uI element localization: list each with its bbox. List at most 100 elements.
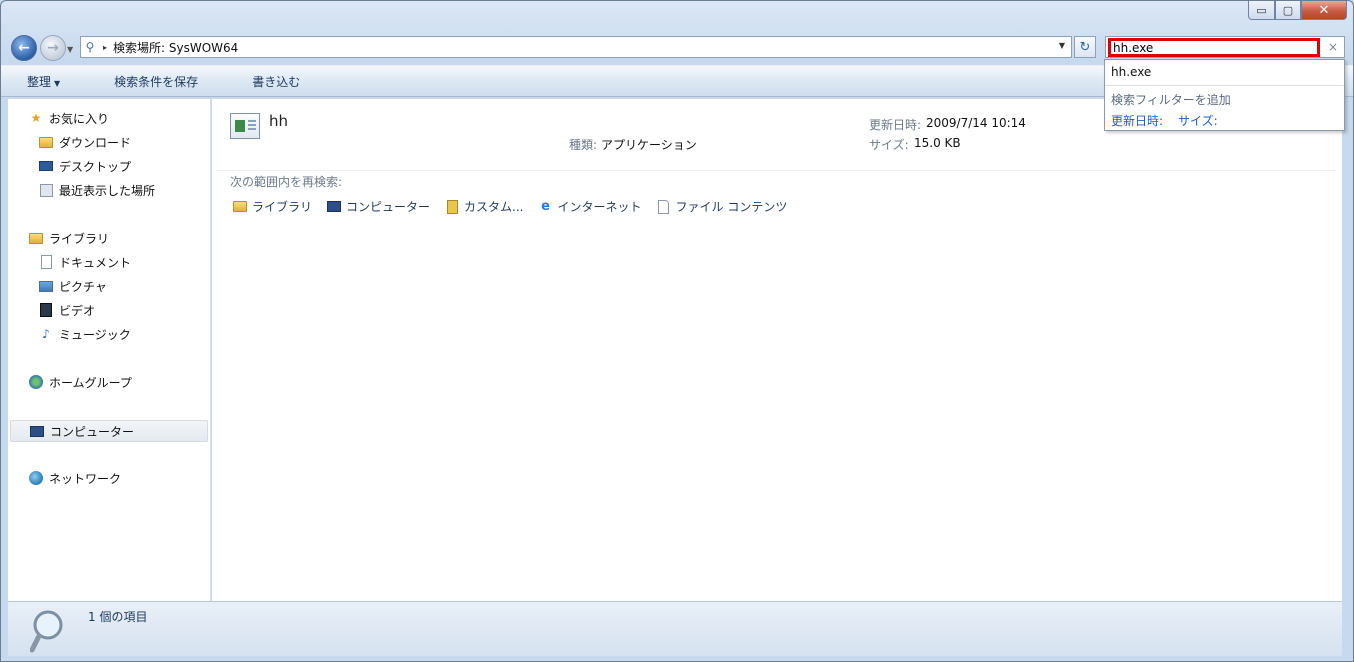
sidebar-item-desktop[interactable]: デスクトップ <box>38 157 131 175</box>
search-again-header: 次の範囲内を再検索: <box>230 175 343 189</box>
network-icon <box>28 470 44 486</box>
close-button[interactable]: ✕ <box>1301 1 1347 20</box>
search-again-custom[interactable]: カスタム... <box>444 198 523 215</box>
search-again-libraries[interactable]: ライブラリ <box>232 198 312 215</box>
file-contents-icon <box>656 199 672 215</box>
sidebar-item-label: ライブラリ <box>49 231 110 246</box>
forward-arrow-icon: → <box>47 40 59 56</box>
maximize-icon: ▢ <box>1282 3 1294 17</box>
sidebar-item-documents[interactable]: ドキュメント <box>38 253 131 271</box>
search-suggestions: hh.exe 検索フィルターを追加 更新日時: サイズ: <box>1104 59 1345 131</box>
address-dropdown-icon[interactable]: ▼ <box>1059 41 1065 50</box>
search-again-computer[interactable]: コンピューター <box>326 198 430 215</box>
documents-icon <box>38 254 54 270</box>
sidebar-item-videos[interactable]: ビデオ <box>38 301 95 319</box>
type-label: 種類: <box>569 138 598 152</box>
burn-button[interactable]: 書き込む <box>240 73 312 90</box>
computer-icon <box>29 423 45 439</box>
custom-folder-icon <box>444 199 460 215</box>
pictures-icon <box>38 278 54 294</box>
sidebar-item-label: お気に入り <box>49 111 110 126</box>
sidebar-item-libraries[interactable]: ライブラリ <box>28 229 109 247</box>
sidebar-item-homegroup[interactable]: ホームグループ <box>28 373 132 391</box>
navigation-pane: ★ お気に入り ダウンロード デスクトップ 最近表示した場所 ライブラリ ドキュメ… <box>8 99 211 601</box>
link-label: カスタム... <box>464 200 524 214</box>
content-pane: hh 種類: アプリケーション 更新日時: 2009/7/14 10:14 サイ… <box>212 99 1342 601</box>
search-again-file-contents[interactable]: ファイル コンテンツ <box>656 198 788 215</box>
modified-label: 更新日時: <box>869 118 922 132</box>
close-icon: ✕ <box>1318 2 1330 18</box>
clear-search-icon[interactable]: × <box>1328 40 1338 54</box>
magnifier-icon <box>30 610 63 653</box>
desktop-icon <box>38 158 54 174</box>
search-input[interactable] <box>1108 38 1320 57</box>
address-bar[interactable]: ⚲ ▸ 検索場所: SysWOW64 ▼ <box>80 36 1072 58</box>
sidebar-item-label: コンピューター <box>50 424 135 439</box>
internet-explorer-icon: e <box>541 199 550 214</box>
breadcrumb-arrow-icon[interactable]: ▸ <box>103 43 107 52</box>
back-button[interactable]: ← <box>11 35 37 61</box>
link-label: ファイル コンテンツ <box>675 200 788 214</box>
sidebar-item-label: ネットワーク <box>49 471 122 486</box>
link-label: インターネット <box>557 200 642 214</box>
sidebar-item-label: ダウンロード <box>59 135 132 150</box>
sidebar-item-label: デスクトップ <box>59 159 132 174</box>
size-value: 15.0 KB <box>914 136 961 150</box>
refresh-button[interactable]: ↻ <box>1074 36 1096 58</box>
organize-menu[interactable]: 整理 ▼ <box>15 73 72 90</box>
filter-header: 検索フィルターを追加 <box>1111 93 1231 107</box>
search-icon: ⚲ <box>85 40 95 54</box>
sidebar-item-label: ビデオ <box>59 303 96 318</box>
type-value: アプリケーション <box>601 138 697 152</box>
address-text: 検索場所: SysWOW64 <box>113 40 239 55</box>
homegroup-icon <box>28 374 44 390</box>
sidebar-item-music[interactable]: ♪ ミュージック <box>38 325 131 343</box>
downloads-folder-icon <box>38 134 54 150</box>
recent-places-icon <box>38 182 54 198</box>
back-arrow-icon: ← <box>18 40 30 56</box>
search-again-internet[interactable]: e インターネット <box>537 198 641 215</box>
explorer-window: ▭ ▢ ✕ ← → ▼ ⚲ ▸ 検索場所: SysWOW64 ▼ ↻ × 整理▼… <box>0 0 1354 662</box>
modified-value: 2009/7/14 10:14 <box>926 116 1026 130</box>
library-icon <box>28 230 44 246</box>
forward-button[interactable]: → <box>40 35 66 61</box>
sidebar-item-label: ホームグループ <box>49 375 132 390</box>
filter-date-link[interactable]: 更新日時: <box>1111 112 1163 129</box>
file-name: hh <box>269 112 289 130</box>
star-icon: ★ <box>30 111 42 125</box>
suggestion-item[interactable]: hh.exe <box>1111 65 1151 79</box>
music-note-icon: ♪ <box>42 327 50 341</box>
caption-buttons: ▭ ▢ ✕ <box>1248 1 1347 20</box>
search-box[interactable]: × <box>1105 36 1345 58</box>
recent-pages-dropdown[interactable]: ▼ <box>67 45 73 54</box>
organize-label: 整理 <box>27 74 52 89</box>
size-label: サイズ: <box>869 138 909 152</box>
sidebar-item-recent[interactable]: 最近表示した場所 <box>38 181 155 199</box>
application-icon <box>230 113 260 139</box>
item-count: 1 個の項目 <box>88 610 148 624</box>
sidebar-item-downloads[interactable]: ダウンロード <box>38 133 131 151</box>
link-label: コンピューター <box>346 200 431 214</box>
sidebar-item-label: ドキュメント <box>59 255 132 270</box>
maximize-button[interactable]: ▢ <box>1275 1 1301 20</box>
sidebar-item-label: ミュージック <box>59 327 131 342</box>
save-search-button[interactable]: 検索条件を保存 <box>102 73 210 90</box>
divider <box>216 170 1336 171</box>
divider <box>1105 85 1344 86</box>
sidebar-item-label: ピクチャ <box>59 279 107 294</box>
details-pane: 1 個の項目 <box>8 601 1342 656</box>
chevron-down-icon: ▼ <box>54 78 61 88</box>
refresh-icon: ↻ <box>1079 39 1091 55</box>
library-icon <box>232 199 248 215</box>
videos-icon <box>38 302 54 318</box>
sidebar-item-favorites[interactable]: ★ お気に入り <box>28 109 109 127</box>
minimize-button[interactable]: ▭ <box>1248 1 1275 20</box>
sidebar-item-computer[interactable]: コンピューター <box>10 420 208 442</box>
minimize-icon: ▭ <box>1256 3 1267 17</box>
sidebar-item-label: 最近表示した場所 <box>59 183 156 198</box>
sidebar-item-pictures[interactable]: ピクチャ <box>38 277 107 295</box>
search-again-links: ライブラリ コンピューター カスタム... e インターネット ファイル コンテン… <box>232 198 801 215</box>
filter-size-link[interactable]: サイズ: <box>1178 112 1218 129</box>
sidebar-item-network[interactable]: ネットワーク <box>28 469 121 487</box>
computer-icon <box>326 199 342 215</box>
